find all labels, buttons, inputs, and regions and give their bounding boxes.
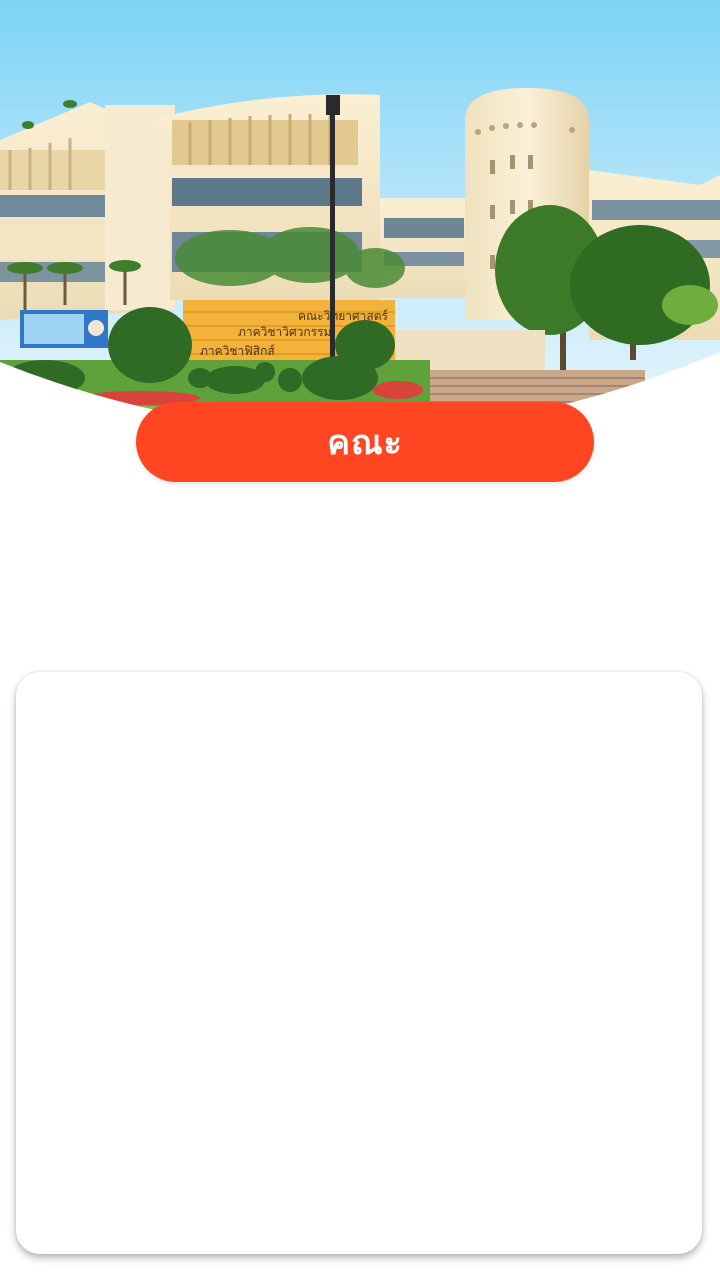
page-title: คณะ (327, 423, 403, 463)
sign-line-1: คณะวิทยาศาสตร์ (298, 309, 388, 323)
hero-image: คณะวิทยาศาสตร์ ภาควิชาวิศวกรรม ภาควิชาฟิ… (0, 0, 720, 430)
sign-line-3: ภาควิชาฟิสิกส์ (200, 344, 275, 358)
content-card (16, 672, 702, 1254)
title-banner: คณะ (136, 402, 594, 482)
sign-line-2: ภาควิชาวิศวกรรม (238, 325, 331, 339)
app-screen: คณะวิทยาศาสตร์ ภาควิชาวิศวกรรม ภาควิชาฟิ… (0, 0, 720, 1280)
faculty-building-photo: คณะวิทยาศาสตร์ ภาควิชาวิศวกรรม ภาควิชาฟิ… (0, 0, 720, 430)
